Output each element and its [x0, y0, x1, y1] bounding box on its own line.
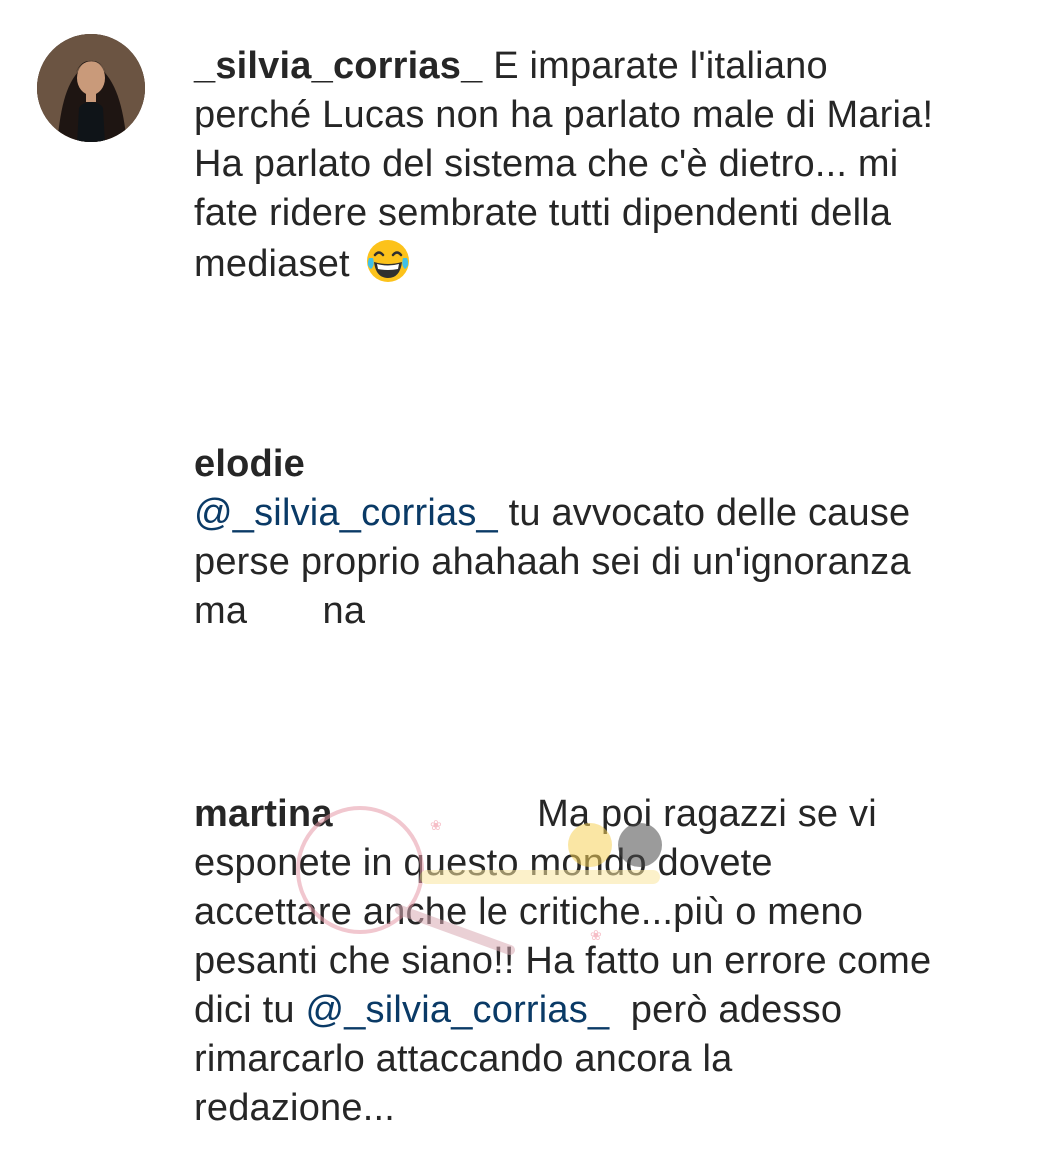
comment-mention[interactable]: @_silvia_corrias_ [194, 492, 498, 534]
comment-username[interactable]: elodie [194, 440, 934, 489]
comment-username[interactable]: martina [194, 793, 333, 835]
comment-mention[interactable]: @_silvia_corrias_ [305, 989, 609, 1031]
comment-item: elodie @_silvia_corrias_ tu avvocato del… [194, 440, 934, 636]
comment-username[interactable]: _silvia_corrias_ [194, 45, 482, 87]
avatar[interactable] [37, 34, 145, 142]
comment-item: martina Ma poi ragazzi se vi esponete in… [194, 790, 934, 1133]
face-with-tears-of-joy-icon [365, 238, 411, 284]
avatar-photo [37, 34, 145, 142]
comment-item: _silvia_corrias_ E imparate l'italiano p… [194, 42, 934, 289]
